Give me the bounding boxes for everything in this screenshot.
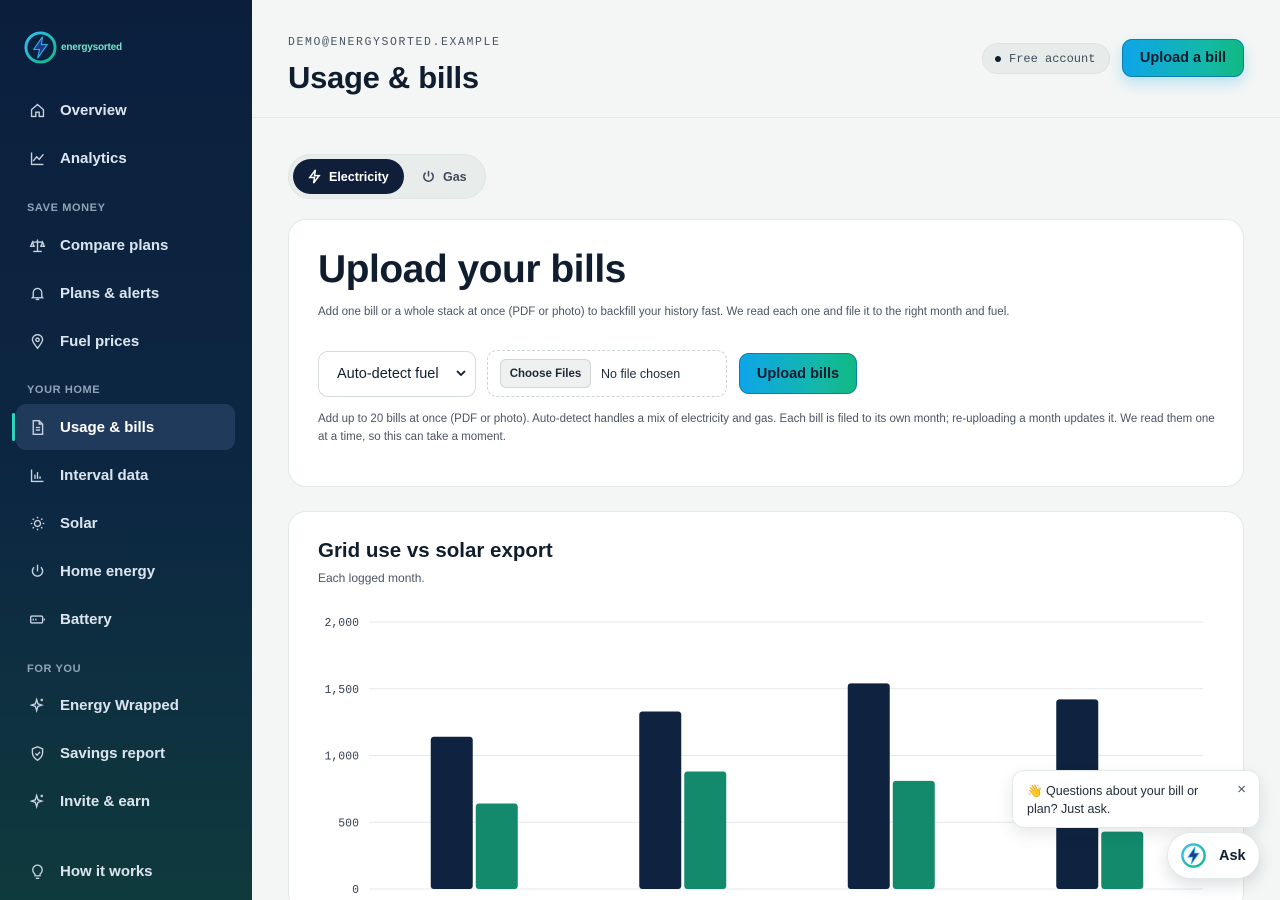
fuel-type-select[interactable]: Auto-detect fuel	[318, 351, 476, 397]
solar-export-bar[interactable]	[475, 803, 518, 889]
fuel-toggle: Electricity Gas	[288, 154, 486, 199]
section-for-you: FOR YOU	[27, 663, 82, 675]
sparkle-icon	[29, 696, 44, 713]
y-tick-label: 0	[352, 884, 359, 897]
sidebar-item-label: Interval data	[60, 466, 149, 484]
power-icon	[31, 564, 44, 577]
sun-icon	[30, 516, 45, 530]
upload-help-text: Add up to 20 bills at once (PDF or photo…	[318, 413, 1215, 443]
chat-prompt-text: 👋 Questions about your bill or plan? Jus…	[1027, 784, 1199, 816]
ask-chat-button[interactable]: Ask	[1167, 832, 1260, 879]
solar-export-bar[interactable]	[892, 780, 935, 889]
user-email: DEMO@ENERGYSORTED.EXAMPLE	[288, 36, 501, 49]
sidebar-item-interval-data[interactable]: Interval data	[16, 452, 235, 498]
assistant-logo-icon	[1181, 843, 1206, 868]
solar-export-bar[interactable]	[684, 771, 727, 889]
sidebar-item-compare-plans[interactable]: Compare plans	[16, 222, 235, 268]
brand-logo-group[interactable]: energysorted	[24, 31, 122, 64]
status-dot-icon	[995, 55, 1001, 62]
grid-use-bar[interactable]	[847, 683, 890, 889]
sidebar-item-solar[interactable]: Solar	[16, 500, 235, 546]
grid-vs-solar-chart-card: Grid use vs solar export Each logged mon…	[288, 511, 1244, 900]
sidebar-item-label: Energy Wrapped	[60, 696, 179, 714]
grid-use-bar[interactable]	[639, 711, 682, 889]
sidebar-item-label: Compare plans	[60, 236, 169, 254]
section-your-home: YOUR HOME	[27, 384, 101, 396]
sidebar-item-usage-bills[interactable]: Usage & bills	[12, 404, 235, 450]
sidebar-item-label: Invite & earn	[60, 792, 151, 810]
sidebar-item-plans-alerts[interactable]: Plans & alerts	[16, 270, 235, 316]
bolt-icon	[308, 169, 321, 184]
close-icon[interactable]: ×	[1237, 781, 1246, 799]
y-tick-label: 2,000	[324, 617, 359, 630]
bar-chart: 0 500 1,000 1,500 2,000	[324, 617, 1203, 897]
y-tick-label: 1,000	[324, 751, 359, 764]
y-tick-label: 1,500	[324, 684, 359, 697]
choose-files-button[interactable]: Choose Files	[500, 359, 591, 388]
file-drop-zone[interactable]: Choose Files No file chosen	[487, 350, 727, 397]
sidebar-item-savings-report[interactable]: Savings report	[16, 730, 235, 776]
bar-chart-icon	[30, 469, 44, 482]
battery-icon	[30, 614, 45, 624]
solar-export-bar[interactable]	[1101, 831, 1144, 889]
sidebar-item-invite-earn[interactable]: Invite & earn	[16, 778, 235, 824]
sidebar-item-label: Plans & alerts	[60, 284, 160, 302]
brand-name: energysorted	[61, 42, 122, 53]
upload-card-description: Add one bill or a whole stack at once (P…	[318, 306, 1010, 318]
sidebar-item-battery[interactable]: Battery	[16, 596, 235, 642]
account-status-label: Free account	[1009, 51, 1096, 66]
sidebar-item-how-it-works[interactable]: How it works	[16, 848, 235, 894]
sidebar-item-label: Home energy	[60, 562, 156, 580]
upload-bills-card: Upload your bills Add one bill or a whol…	[288, 219, 1244, 487]
sparkle-icon	[29, 792, 44, 809]
home-icon	[30, 103, 45, 117]
account-status-badge: Free account	[982, 43, 1110, 74]
power-icon	[423, 170, 434, 182]
sidebar-item-label: How it works	[60, 862, 153, 880]
fuel-toggle-label: Gas	[443, 169, 467, 184]
lightbulb-icon	[32, 864, 43, 879]
sidebar-item-label: Savings report	[60, 744, 166, 762]
sidebar-item-home-energy[interactable]: Home energy	[16, 548, 235, 594]
bell-icon	[30, 287, 45, 300]
sidebar-item-analytics[interactable]: Analytics	[16, 135, 235, 181]
sidebar-item-energy-wrapped[interactable]: Energy Wrapped	[16, 682, 235, 728]
y-tick-label: 500	[338, 817, 359, 830]
upload-a-bill-button[interactable]: Upload a bill	[1122, 39, 1244, 77]
map-pin-icon	[31, 333, 44, 349]
shield-check-icon	[31, 745, 44, 761]
ask-label: Ask	[1219, 847, 1246, 864]
file-status-text: No file chosen	[601, 366, 681, 381]
page-header: DEMO@ENERGYSORTED.EXAMPLE Usage & bills …	[252, 0, 1280, 118]
chevron-down-icon	[456, 370, 466, 377]
sidebar-item-fuel-prices[interactable]: Fuel prices	[16, 318, 235, 364]
upload-card-title: Upload your bills	[318, 248, 626, 291]
sidebar: energysorted Overview Analytics SAVE MON…	[0, 0, 252, 900]
sidebar-item-label: Fuel prices	[60, 332, 140, 350]
sidebar-item-label: Usage & bills	[60, 418, 155, 436]
sidebar-item-label: Battery	[60, 610, 112, 628]
sidebar-item-label: Overview	[60, 101, 127, 119]
document-icon	[32, 419, 44, 435]
sidebar-item-label: Solar	[60, 514, 98, 532]
page-title: Usage & bills	[288, 60, 479, 95]
scale-icon	[29, 239, 46, 252]
sidebar-item-overview[interactable]: Overview	[16, 87, 235, 133]
fuel-toggle-label: Electricity	[329, 169, 389, 184]
sidebar-item-label: Analytics	[60, 149, 127, 167]
section-save-money: SAVE MONEY	[27, 202, 106, 214]
fuel-toggle-gas[interactable]: Gas	[407, 159, 483, 194]
grid-use-bar[interactable]	[430, 736, 473, 889]
brand-logo	[24, 31, 57, 64]
fuel-select-value: Auto-detect fuel	[337, 366, 439, 382]
fuel-toggle-electricity[interactable]: Electricity	[293, 159, 404, 194]
analytics-icon	[30, 152, 44, 165]
upload-bills-button[interactable]: Upload bills	[739, 353, 857, 394]
chat-prompt-bubble: 👋 Questions about your bill or plan? Jus…	[1012, 770, 1260, 828]
